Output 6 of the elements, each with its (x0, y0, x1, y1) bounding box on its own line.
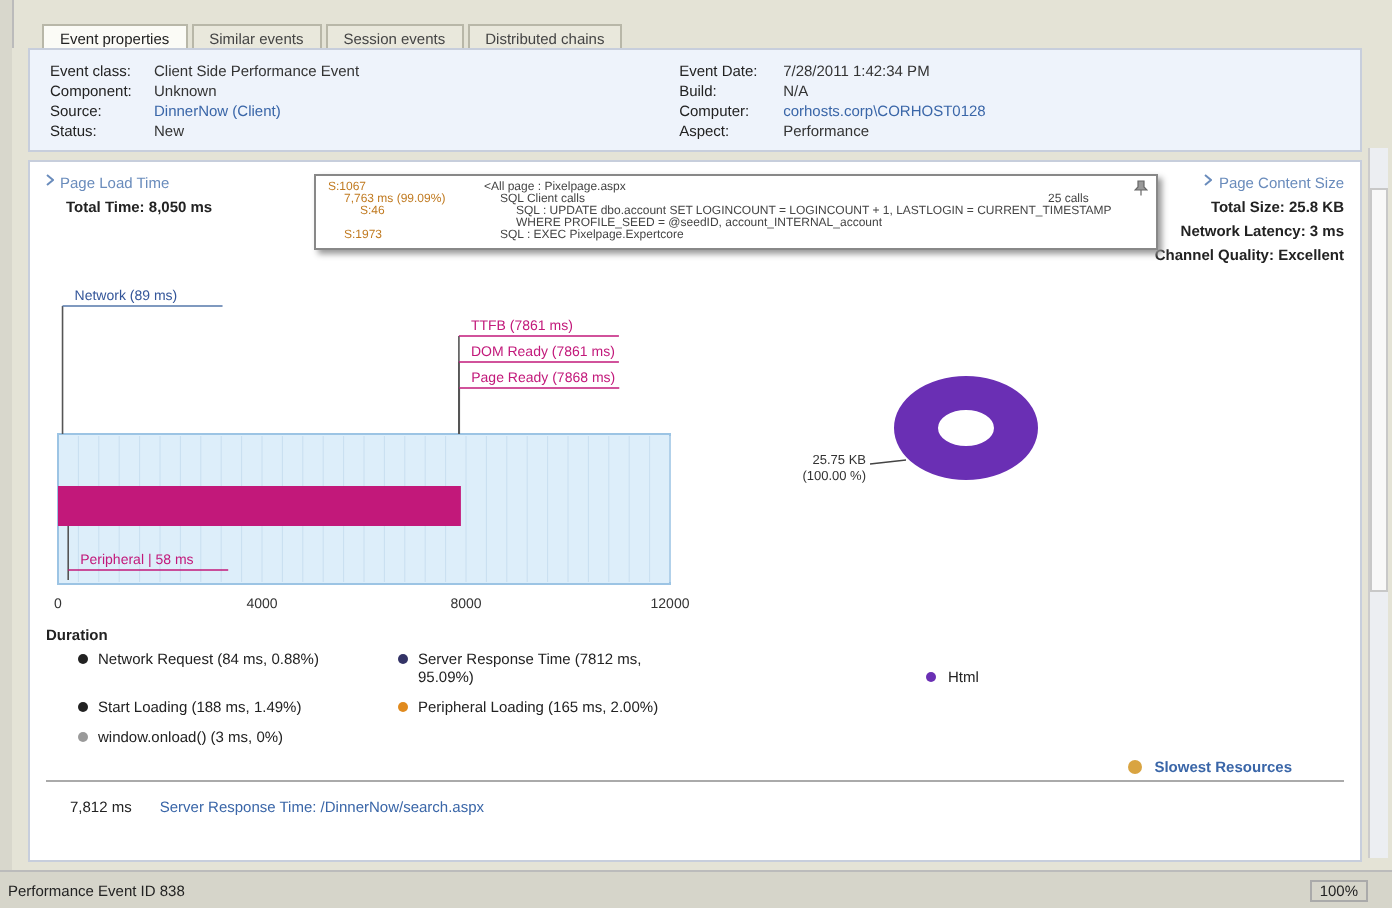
leader-line (868, 459, 906, 465)
resources-icon (1128, 760, 1143, 774)
expand-icon[interactable] (1204, 174, 1213, 186)
scrollbar[interactable] (1368, 148, 1388, 858)
expand-icon[interactable] (46, 174, 54, 186)
pin-icon[interactable] (1134, 180, 1148, 196)
